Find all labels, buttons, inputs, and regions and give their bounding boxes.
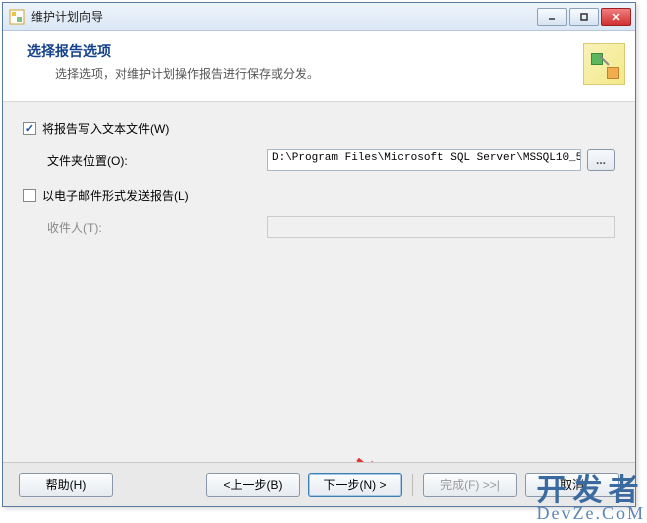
wizard-footer: 帮助(H) <上一步(B) 下一步(N) > 完成(F) >>| 取消: [3, 462, 635, 506]
separator: [412, 474, 413, 496]
recipient-label: 收件人(T):: [47, 219, 267, 236]
next-button[interactable]: 下一步(N) >: [308, 473, 402, 497]
email-report-checkbox[interactable]: [23, 189, 36, 202]
cancel-button[interactable]: 取消: [525, 473, 619, 497]
recipient-input: [267, 216, 615, 238]
write-report-label[interactable]: 将报告写入文本文件(W): [42, 120, 169, 137]
folder-row: 文件夹位置(O): D:\Program Files\Microsoft SQL…: [47, 149, 615, 171]
folder-label: 文件夹位置(O):: [47, 152, 267, 169]
app-icon: [9, 9, 25, 25]
browse-button[interactable]: ...: [587, 149, 615, 171]
page-subtitle: 选择选项，对维护计划操作报告进行保存或分发。: [55, 65, 565, 82]
wizard-window: 维护计划向导 选择报告选项 选择选项，对维护计划操作报告进行保存或分发。 将报告…: [2, 2, 636, 507]
window-controls: [537, 8, 631, 26]
wizard-header: 选择报告选项 选择选项，对维护计划操作报告进行保存或分发。: [3, 31, 635, 102]
write-report-row: 将报告写入文本文件(W): [23, 120, 615, 137]
recipient-row: 收件人(T):: [47, 216, 615, 238]
maximize-button[interactable]: [569, 8, 599, 26]
write-report-checkbox[interactable]: [23, 122, 36, 135]
titlebar: 维护计划向导: [3, 3, 635, 31]
header-icon: [565, 37, 625, 91]
help-button[interactable]: 帮助(H): [19, 473, 113, 497]
wizard-content: 将报告写入文本文件(W) 文件夹位置(O): D:\Program Files\…: [3, 102, 635, 480]
page-title: 选择报告选项: [27, 41, 565, 61]
back-button[interactable]: <上一步(B): [206, 473, 300, 497]
email-report-label[interactable]: 以电子邮件形式发送报告(L): [42, 187, 189, 204]
window-title: 维护计划向导: [31, 8, 537, 25]
minimize-button[interactable]: [537, 8, 567, 26]
email-report-row: 以电子邮件形式发送报告(L): [23, 187, 615, 204]
close-button[interactable]: [601, 8, 631, 26]
folder-input[interactable]: D:\Program Files\Microsoft SQL Server\MS…: [267, 149, 581, 171]
finish-button: 完成(F) >>|: [423, 473, 517, 497]
